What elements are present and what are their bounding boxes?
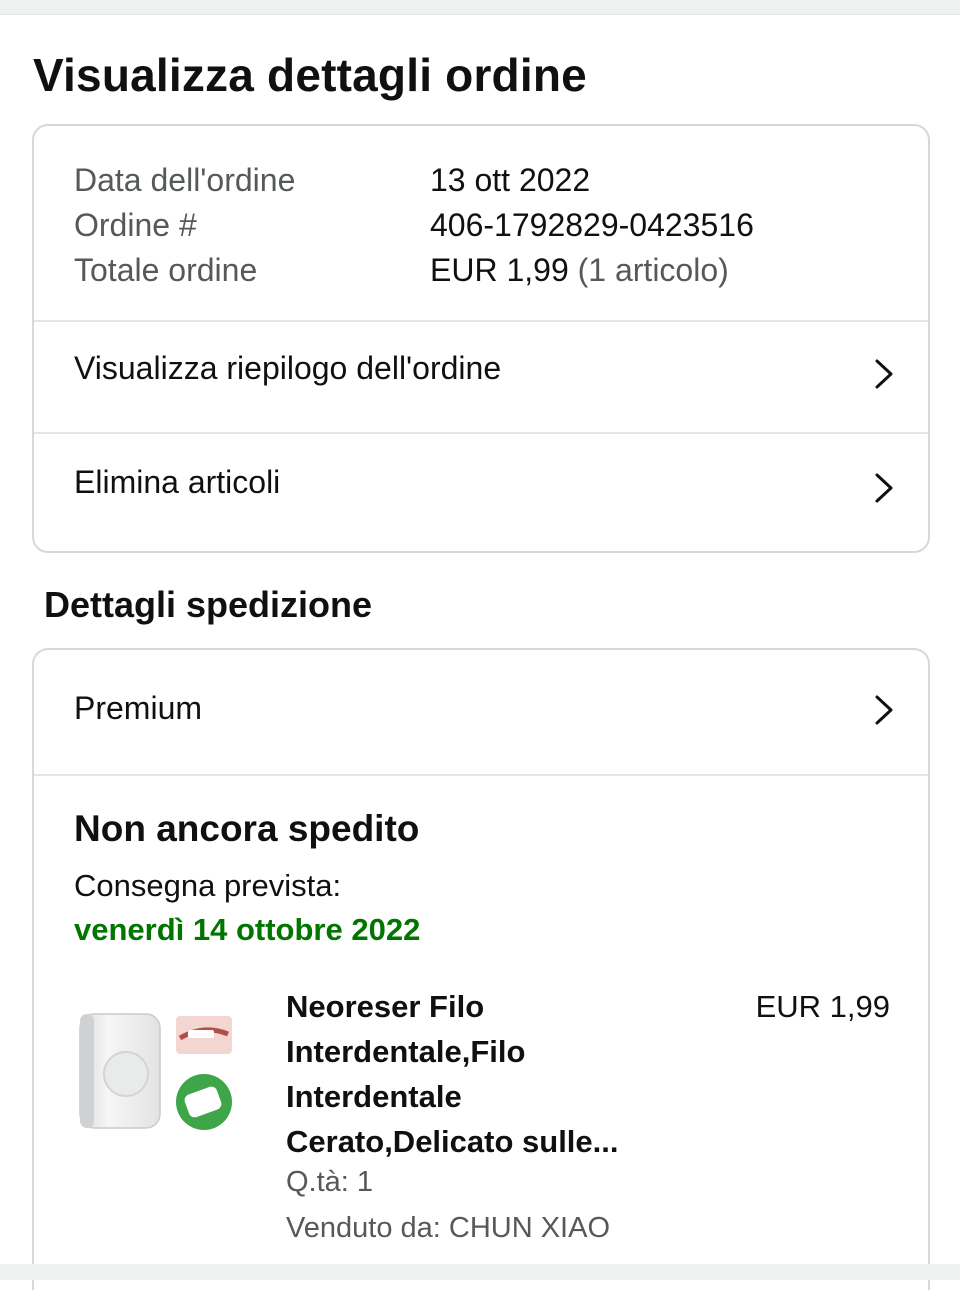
product-title[interactable]: Neoreser Filo Interdentale,Filo Interden… <box>286 984 666 1164</box>
shipping-method-label: Premium <box>74 690 203 726</box>
dental-floss-product-image[interactable] <box>76 1004 236 1144</box>
product-quantity: Q.tà: 1 <box>286 1166 374 1198</box>
order-date-value: 13 ott 2022 <box>430 162 591 198</box>
chevron-right-icon <box>875 695 893 725</box>
product-price: EUR 1,99 <box>755 989 890 1024</box>
delivery-estimate-label: Consegna prevista: <box>74 868 342 903</box>
view-order-summary-label: Visualizza riepilogo dell'ordine <box>74 350 502 386</box>
order-info-card: Data dell'ordine 13 ott 2022 Ordine # 40… <box>32 124 930 553</box>
bottom-bar <box>0 1264 960 1280</box>
delivery-estimate-date: venerdì 14 ottobre 2022 <box>74 912 421 947</box>
chevron-right-icon <box>875 359 893 389</box>
page-title: Visualizza dettagli ordine <box>33 49 587 101</box>
delete-items-label: Elimina articoli <box>74 464 281 500</box>
delete-items-link[interactable]: Elimina articoli <box>34 434 928 546</box>
view-order-summary-link[interactable]: Visualizza riepilogo dell'ordine <box>34 320 928 434</box>
order-total-value: EUR 1,99 (1 articolo) <box>430 248 729 292</box>
order-total-label: Totale ordine <box>74 252 258 288</box>
shipment-card: Premium Non ancora spedito Consegna prev… <box>32 648 930 1290</box>
shipment-status: Non ancora spedito <box>74 808 420 849</box>
order-total-amount: EUR 1,99 <box>430 252 569 288</box>
order-date-label: Data dell'ordine <box>74 162 296 198</box>
shipping-details-title: Dettagli spedizione <box>44 584 373 625</box>
order-meta: Data dell'ordine 13 ott 2022 Ordine # 40… <box>34 126 928 322</box>
shipping-method-link[interactable]: Premium <box>34 650 928 776</box>
order-number-label: Ordine # <box>74 207 197 243</box>
chevron-right-icon <box>875 473 893 503</box>
top-bar <box>0 0 960 15</box>
order-total-items: (1 articolo) <box>577 252 729 288</box>
product-seller: Venduto da: CHUN XIAO <box>286 1212 610 1244</box>
order-number-value: 406-1792829-0423516 <box>430 207 754 243</box>
